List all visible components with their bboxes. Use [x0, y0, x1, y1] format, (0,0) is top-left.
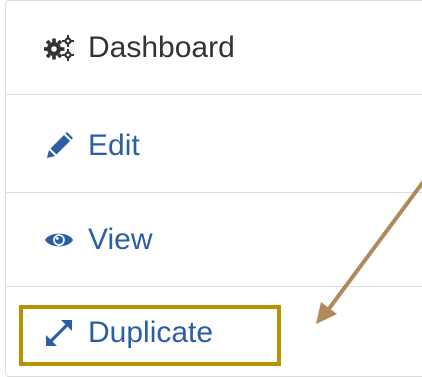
gears-icon — [44, 33, 74, 63]
screenshot-stage: Dashboard Edit View Duplicate — [0, 0, 422, 377]
action-menu: Dashboard Edit View Duplicate — [5, 0, 422, 377]
menu-item-view[interactable]: View — [6, 193, 422, 287]
eye-icon — [44, 225, 74, 255]
menu-item-label: View — [88, 222, 153, 256]
expand-arrows-icon — [44, 318, 74, 348]
menu-item-label: Duplicate — [88, 315, 214, 349]
menu-item-dashboard[interactable]: Dashboard — [6, 1, 422, 95]
menu-item-edit[interactable]: Edit — [6, 99, 422, 193]
menu-item-label: Edit — [88, 128, 140, 162]
menu-item-label: Dashboard — [88, 30, 235, 64]
pencil-icon — [44, 131, 74, 161]
menu-item-duplicate[interactable]: Duplicate — [6, 287, 422, 377]
